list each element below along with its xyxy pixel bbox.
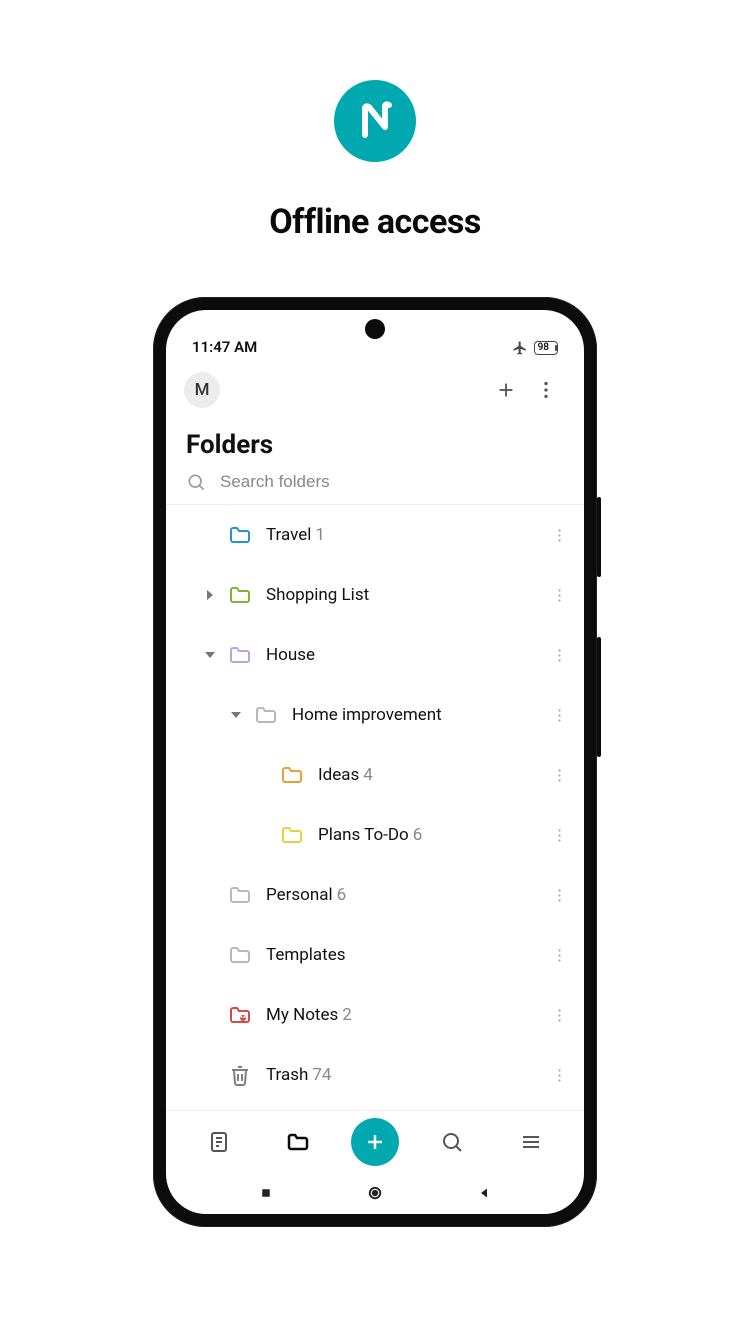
hamburger-icon (519, 1130, 543, 1154)
folder-name: Shopping List (266, 585, 369, 605)
folder-icon (286, 1130, 310, 1154)
overflow-menu-button[interactable] (526, 370, 566, 410)
folder-menu-button[interactable] (544, 707, 574, 724)
search-row[interactable] (166, 468, 584, 505)
folder-name: House (266, 645, 315, 665)
nav-folders[interactable] (272, 1116, 324, 1168)
search-icon (186, 472, 206, 492)
phone-frame: 11:47 AM 98 M Folders Travel1Shopping L (153, 297, 597, 1227)
plus-icon (495, 379, 517, 401)
chevron-right-icon (204, 589, 216, 601)
bottom-nav (166, 1110, 584, 1172)
folder-name: Plans To-Do (318, 825, 409, 845)
folder-menu-button[interactable] (544, 647, 574, 664)
promo-header: Offline access (0, 0, 750, 242)
more-vertical-icon (551, 527, 568, 544)
folder-count: 6 (413, 825, 423, 845)
more-vertical-icon (551, 827, 568, 844)
back-icon[interactable] (475, 1184, 493, 1202)
folder-name: My Notes (266, 1005, 338, 1025)
note-icon (207, 1130, 231, 1154)
phone-side-button (597, 637, 601, 757)
status-time: 11:47 AM (192, 338, 257, 356)
nav-search[interactable] (426, 1116, 478, 1168)
folder-count: 74 (312, 1065, 331, 1085)
folder-icon (254, 703, 278, 727)
folder-count: 4 (363, 765, 373, 785)
folder-count: 2 (342, 1005, 352, 1025)
more-vertical-icon (551, 887, 568, 904)
folder-name: Home improvement (292, 705, 442, 725)
more-vertical-icon (551, 1067, 568, 1084)
folder-row[interactable]: Personal6 (166, 865, 584, 925)
more-vertical-icon (551, 767, 568, 784)
folder-name: Travel (266, 525, 311, 545)
folder-name: Personal (266, 885, 333, 905)
expand-toggle[interactable] (192, 589, 228, 601)
folder-count: 6 (337, 885, 347, 905)
search-icon (440, 1130, 464, 1154)
recent-apps-icon[interactable] (257, 1184, 275, 1202)
add-button[interactable] (486, 370, 526, 410)
folder-icon (280, 823, 304, 847)
more-vertical-icon (551, 947, 568, 964)
airplane-mode-icon (512, 340, 528, 356)
folder-icon (228, 643, 252, 667)
avatar[interactable]: M (184, 372, 220, 408)
folder-row[interactable]: My Notes2 (166, 985, 584, 1045)
folder-menu-button[interactable] (544, 527, 574, 544)
more-vertical-icon (551, 587, 568, 604)
folder-icon (228, 523, 252, 547)
folder-menu-button[interactable] (544, 947, 574, 964)
phone-camera (365, 319, 385, 339)
battery-indicator: 98 (534, 341, 558, 355)
plus-icon (363, 1130, 387, 1154)
chevron-down-icon (204, 649, 216, 661)
search-input[interactable] (220, 472, 564, 492)
folder-row[interactable]: Travel1 (166, 505, 584, 565)
more-vertical-icon (551, 647, 568, 664)
chevron-down-icon (230, 709, 242, 721)
fab-new[interactable] (351, 1118, 399, 1166)
folder-row[interactable]: Shopping List (166, 565, 584, 625)
folder-count: 1 (315, 525, 325, 545)
folder-menu-button[interactable] (544, 587, 574, 604)
app-header: M (166, 360, 584, 416)
expand-toggle[interactable] (218, 709, 254, 721)
folder-icon (228, 583, 252, 607)
folder-row[interactable]: Home improvement (166, 685, 584, 745)
folder-row[interactable]: House (166, 625, 584, 685)
nav-menu[interactable] (505, 1116, 557, 1168)
folder-list: Travel1 Shopping List House Home improvemen… (166, 505, 584, 1110)
folder-icon (228, 883, 252, 907)
folder-name: Trash (266, 1065, 308, 1085)
expand-toggle[interactable] (192, 649, 228, 661)
folder-menu-button[interactable] (544, 827, 574, 844)
folder-name: Templates (266, 945, 346, 965)
system-nav (166, 1172, 584, 1214)
more-vertical-icon (551, 707, 568, 724)
trash-icon (228, 1063, 252, 1087)
folder-name: Ideas (318, 765, 359, 785)
phone-screen: 11:47 AM 98 M Folders Travel1Shopping L (166, 310, 584, 1214)
folder-row[interactable]: Trash74 (166, 1045, 584, 1105)
page-title: Folders (166, 416, 584, 468)
folder-row[interactable]: Templates (166, 925, 584, 985)
phone-side-button (597, 497, 601, 577)
home-icon[interactable] (366, 1184, 384, 1202)
more-vertical-icon (551, 1007, 568, 1024)
folder-icon (228, 943, 252, 967)
folder-menu-button[interactable] (544, 887, 574, 904)
folder-menu-button[interactable] (544, 767, 574, 784)
folder-row[interactable]: Plans To-Do6 (166, 805, 584, 865)
shared-folder-icon (228, 1003, 252, 1027)
folder-row[interactable]: Ideas4 (166, 745, 584, 805)
app-logo (334, 80, 416, 162)
more-vertical-icon (535, 379, 557, 401)
folder-menu-button[interactable] (544, 1067, 574, 1084)
folder-icon (280, 763, 304, 787)
nav-notes[interactable] (193, 1116, 245, 1168)
folder-menu-button[interactable] (544, 1007, 574, 1024)
promo-title: Offline access (269, 202, 481, 242)
